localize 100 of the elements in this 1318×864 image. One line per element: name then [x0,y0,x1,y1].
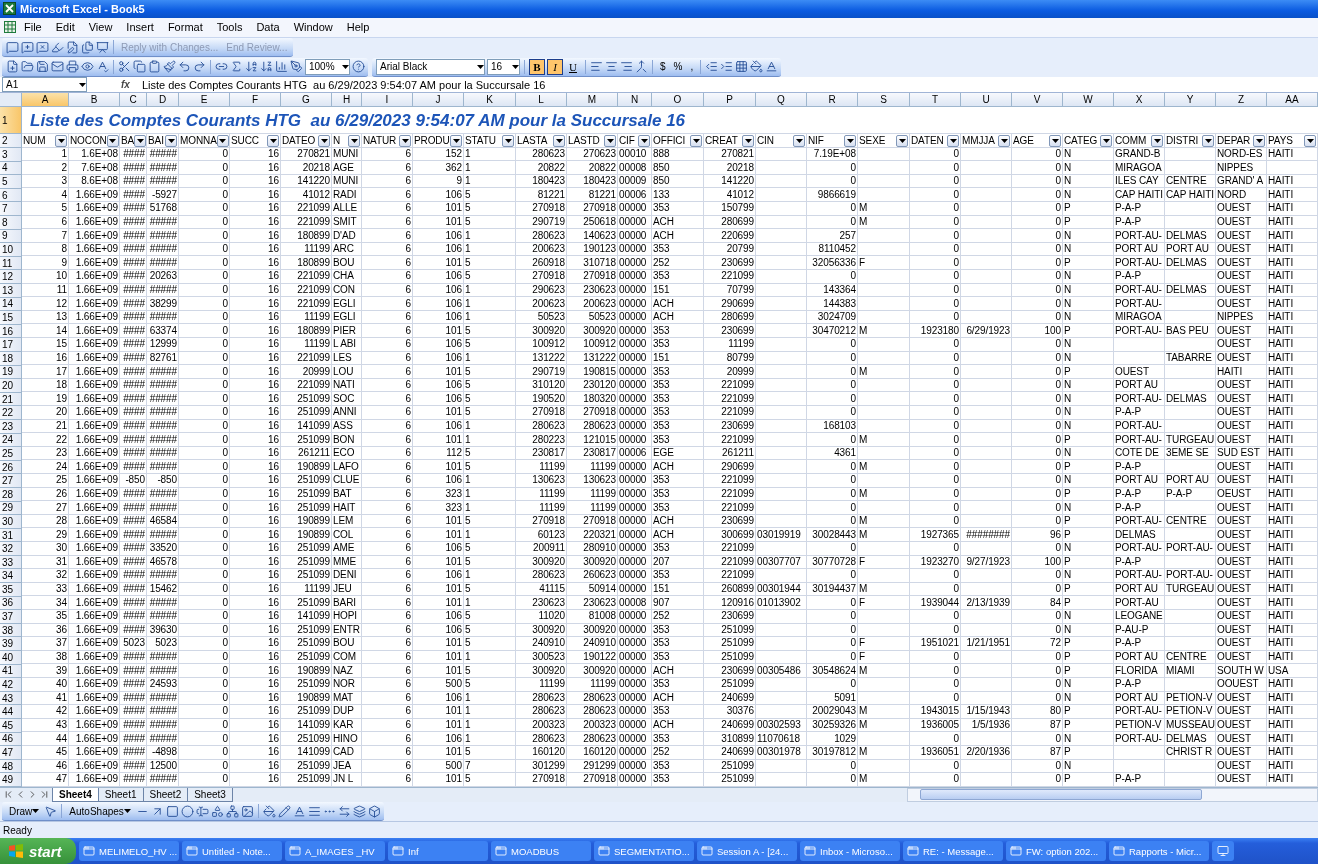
filter-button[interactable] [896,134,908,147]
column-letter[interactable]: J [413,93,464,108]
number-format-button[interactable]: % [670,60,686,74]
merge-icon[interactable] [635,60,648,74]
first-sheet-icon[interactable] [3,789,14,801]
sheet-tab[interactable]: Sheet4 [52,788,99,802]
font-color-icon[interactable] [292,804,306,818]
draw-menu-button[interactable]: Draw [6,804,43,818]
help-icon[interactable] [352,60,365,74]
column-letter[interactable]: Y [1165,93,1216,108]
row-number[interactable]: 34 [0,569,22,584]
filter-button[interactable] [1202,134,1214,147]
new-file-icon[interactable] [6,60,19,74]
menu-item[interactable]: Edit [49,19,81,36]
filter-button[interactable] [134,134,146,147]
filter-button[interactable] [106,134,119,147]
row-number[interactable]: 35 [0,583,22,597]
number-format-button[interactable]: , [687,60,697,74]
align-center-icon[interactable] [605,60,618,74]
window-icon[interactable] [392,845,404,857]
comment-delete-icon[interactable] [36,40,49,54]
cut-icon[interactable] [118,60,131,74]
style-button[interactable]: B [529,58,545,75]
rectangle-icon[interactable] [165,804,179,818]
menu-item[interactable]: Help [340,19,376,36]
row-number[interactable]: 37 [0,610,22,624]
compare-icon[interactable] [81,40,94,54]
line-color-icon[interactable] [277,804,291,818]
fx-label[interactable]: fx [121,79,130,91]
taskbar-button[interactable]: Rapports - Micr... [1109,841,1209,861]
taskbar-button[interactable]: Inbox - Microso... [800,841,900,861]
name-box[interactable]: A1 [2,77,87,93]
column-letter[interactable]: R [807,93,858,108]
row-number[interactable]: 49 [0,773,22,787]
filter-button[interactable] [502,134,514,147]
column-letter[interactable]: W [1063,93,1114,108]
filter-button[interactable] [318,134,330,147]
filter-button[interactable] [793,134,805,147]
row-number[interactable]: 12 [0,270,22,284]
line-style-icon[interactable] [307,804,321,818]
column-letter[interactable]: M [567,93,618,108]
row-number[interactable]: 2 [0,134,22,149]
filter-button[interactable] [216,134,229,147]
folder-icon[interactable] [21,60,34,74]
filter-button[interactable] [998,134,1010,147]
row-number[interactable]: 5 [0,175,22,189]
align-right-icon[interactable] [620,60,633,74]
fill-color-icon[interactable] [750,60,764,74]
chart-icon[interactable] [275,60,288,74]
menu-item[interactable]: Data [250,19,286,36]
window-icon[interactable] [83,845,95,857]
row-number[interactable]: 17 [0,338,22,352]
mail-icon[interactable] [51,60,64,74]
column-letter[interactable]: F [230,93,281,108]
window-icon[interactable] [1113,845,1125,857]
row-number[interactable]: 3 [0,148,22,162]
filter-button[interactable] [1253,134,1265,147]
save-icon[interactable] [36,60,49,74]
column-letter[interactable]: Z [1216,93,1267,108]
row-number[interactable]: 8 [0,216,22,230]
window-icon[interactable] [804,845,816,857]
oval-icon[interactable] [180,804,194,818]
undo-icon[interactable] [178,60,191,74]
autoshapes-button[interactable]: AutoShapes [66,804,134,818]
menu-item[interactable]: View [82,19,119,36]
taskbar-button[interactable]: MOADBUS [491,841,591,861]
window-icon[interactable] [598,845,610,857]
indent-increase-icon[interactable] [720,60,734,74]
paste-icon[interactable] [148,60,161,74]
row-number[interactable]: 27 [0,474,22,488]
sheet-tab[interactable]: Sheet1 [97,788,144,802]
filter-button[interactable] [399,134,411,147]
menu-item[interactable]: Tools [210,19,249,36]
window-icon[interactable] [186,845,198,857]
filter-button[interactable] [165,134,177,147]
filter-button[interactable] [553,134,565,147]
menu-item[interactable]: Format [161,19,209,36]
sheet-tab[interactable]: Sheet2 [142,788,189,802]
number-format-button[interactable]: $ [657,60,669,74]
row-number[interactable]: 47 [0,746,22,760]
filter-button[interactable] [55,134,67,147]
sort-descending-icon[interactable] [260,60,273,74]
brush-icon[interactable] [163,60,176,74]
row-number[interactable]: 40 [0,651,22,665]
image-icon[interactable] [240,804,254,818]
taskbar-button[interactable]: Session A - [24... [697,841,797,861]
filter-button[interactable] [1100,134,1112,147]
sheet-tab[interactable]: Sheet3 [187,788,233,802]
shapes-icon[interactable] [210,804,224,818]
row-number[interactable]: 10 [0,243,22,257]
row-number[interactable]: 44 [0,705,22,719]
window-icon[interactable] [907,845,919,857]
filter-button[interactable] [1049,134,1061,147]
row-number[interactable]: 39 [0,637,22,652]
copy-icon[interactable] [133,60,146,74]
row-number[interactable]: 1 [0,107,22,135]
sigma-icon[interactable] [230,60,243,74]
taskbar-button[interactable] [1212,841,1234,861]
taskbar-button[interactable]: SEGMENTATIO... [594,841,694,861]
window-icon[interactable] [495,845,507,857]
